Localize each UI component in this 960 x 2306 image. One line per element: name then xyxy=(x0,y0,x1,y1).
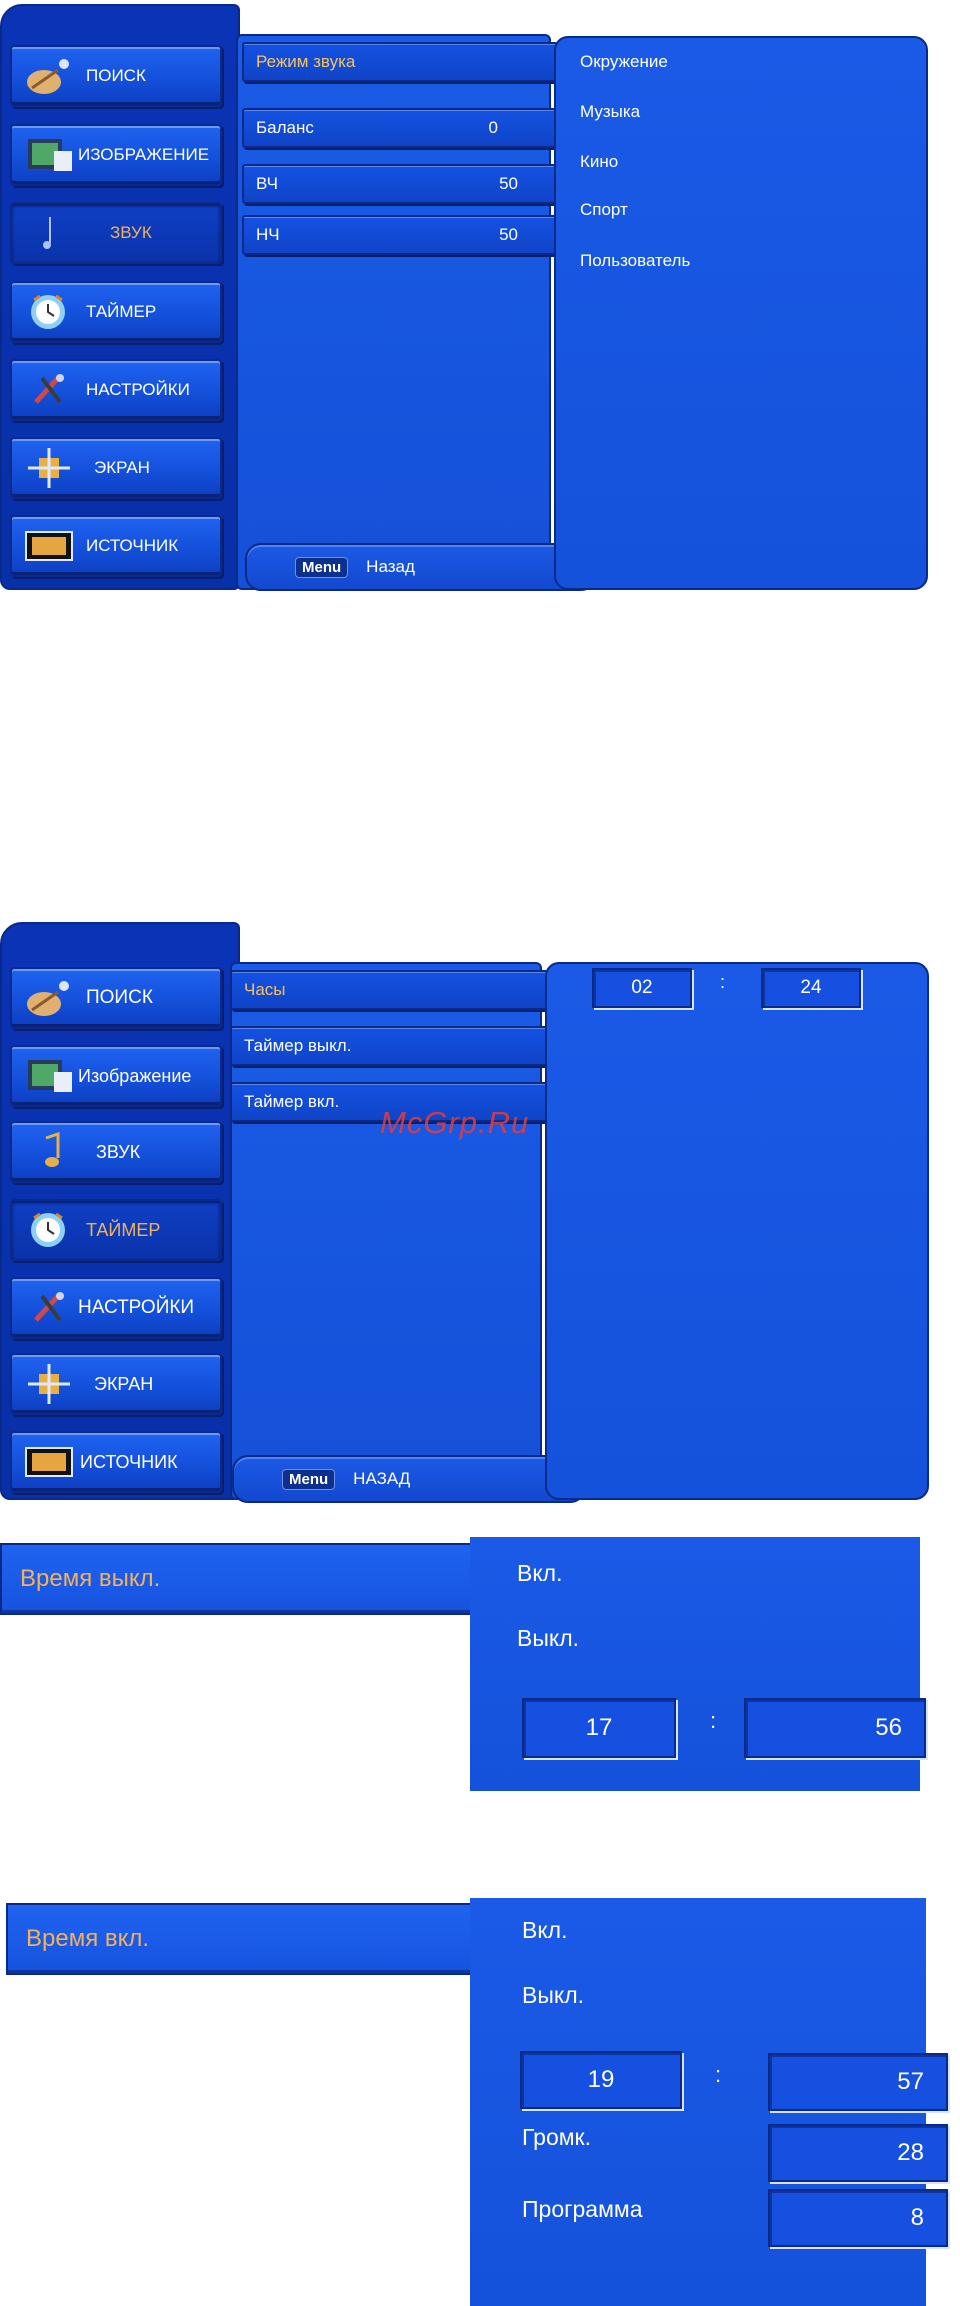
picture-icon xyxy=(28,1060,72,1092)
sound-item-label: НЧ xyxy=(256,225,280,244)
clock-minutes-field[interactable]: 24 xyxy=(761,968,861,1008)
on-timer-title-bar: Время вкл. xyxy=(6,1903,482,1975)
timer-tab-sound[interactable]: ЗВУК xyxy=(10,1121,222,1183)
sound-tab-timer[interactable]: ТАЙМЕР xyxy=(10,281,222,343)
timer-tab-source-label: ИСТОЧНИК xyxy=(80,1451,178,1472)
on-timer-colon: : xyxy=(715,2062,722,2087)
satellite-dish-icon xyxy=(27,59,69,94)
timer-tab-settings-label: НАСТРОЙКИ xyxy=(78,1297,195,1318)
off-timer-minutes-field[interactable]: 56 xyxy=(744,1698,926,1758)
on-timer-program-field[interactable]: 8 xyxy=(768,2189,948,2247)
sound-item-value: 50 xyxy=(499,174,518,193)
satellite-dish-icon xyxy=(27,981,69,1016)
music-note-icon xyxy=(45,1131,60,1167)
timer-tab-settings[interactable]: НАСТРОЙКИ xyxy=(10,1277,222,1339)
timer-tab-timer-label: ТАЙМЕР xyxy=(86,1219,161,1240)
on-timer-minutes-field[interactable]: 57 xyxy=(768,2053,948,2111)
timer-tab-sound-label: ЗВУК xyxy=(96,1141,141,1162)
sound-tab-source[interactable]: ИСТОЧНИК xyxy=(10,515,222,577)
timer-tab-timer[interactable]: ТАЙМЕР xyxy=(10,1199,222,1261)
timer-tab-source[interactable]: ИСТОЧНИК xyxy=(10,1431,222,1493)
on-timer-program-label: Программа xyxy=(522,2196,643,2222)
on-timer-volume-field[interactable]: 28 xyxy=(768,2124,948,2182)
sound-option-surround[interactable]: Окружение xyxy=(580,52,668,72)
sound-item-label: Баланс xyxy=(256,118,314,137)
off-timer-colon: : xyxy=(710,1708,717,1733)
timer-tab-picture-label: Изображение xyxy=(78,1065,192,1086)
timer-tab-picture[interactable]: Изображение xyxy=(10,1045,222,1107)
sound-tab-search[interactable]: ПОИСК xyxy=(10,45,222,107)
off-timer-title: Время выкл. xyxy=(20,1565,161,1592)
timer-tab-search-label: ПОИСК xyxy=(86,987,153,1008)
clock-hours-field[interactable]: 02 xyxy=(592,968,692,1008)
sound-tab-picture-label: ИЗОБРАЖЕНИЕ xyxy=(78,145,210,164)
sound-tab-settings[interactable]: НАСТРОЙКИ xyxy=(10,359,222,421)
screen-adjust-icon xyxy=(28,448,70,488)
screen-adjust-icon xyxy=(28,1364,70,1404)
sound-option-music[interactable]: Музыка xyxy=(580,102,640,122)
sound-item-treble[interactable]: ВЧ 50 xyxy=(242,164,558,204)
back-label: НАЗАД xyxy=(353,1469,411,1488)
sound-tab-timer-label: ТАЙМЕР xyxy=(86,302,157,321)
sound-item-label: Режим звука xyxy=(256,52,356,71)
picture-icon xyxy=(28,139,72,171)
timer-item-label: Часы xyxy=(244,980,286,999)
back-label: Назад xyxy=(366,557,415,576)
sound-tab-settings-label: НАСТРОЙКИ xyxy=(86,380,190,399)
sound-tab-sound-label: ЗВУК xyxy=(110,223,152,242)
on-timer-off-option[interactable]: Выкл. xyxy=(522,1982,584,2009)
timer-back-footer[interactable]: Menu НАЗАД xyxy=(232,1455,586,1503)
sound-tab-picture[interactable]: ИЗОБРАЖЕНИЕ xyxy=(10,124,222,186)
sound-tab-sound[interactable]: ЗВУК xyxy=(10,202,222,264)
on-timer-title: Время вкл. xyxy=(26,1925,150,1952)
menu-key-icon: Menu xyxy=(295,556,349,578)
timer-item-label: Таймер выкл. xyxy=(244,1036,352,1055)
sound-tab-screen-label: ЭКРАН xyxy=(94,458,150,477)
timer-tab-search[interactable]: ПОИСК xyxy=(10,967,222,1029)
off-timer-on-option[interactable]: Вкл. xyxy=(517,1560,562,1587)
timer-tab-screen-label: ЭКРАН xyxy=(94,1373,154,1394)
timer-item-off-timer[interactable]: Таймер выкл. xyxy=(230,1026,550,1066)
sound-item-sound-mode[interactable]: Режим звука xyxy=(242,42,558,82)
sound-item-bass[interactable]: НЧ 50 xyxy=(242,215,558,255)
timer-tab-screen[interactable]: ЭКРАН xyxy=(10,1353,222,1415)
input-source-icon xyxy=(25,1447,73,1477)
menu-key-icon: Menu xyxy=(282,1468,336,1490)
tools-icon xyxy=(34,374,64,404)
off-timer-off-option[interactable]: Выкл. xyxy=(517,1625,579,1652)
sound-tab-search-label: ПОИСК xyxy=(86,66,146,85)
input-source-icon xyxy=(25,531,73,561)
clock-colon: : xyxy=(720,972,726,992)
timer-item-clock[interactable]: Часы xyxy=(230,970,550,1010)
clock-icon xyxy=(31,1212,65,1247)
sound-option-sport[interactable]: Спорт xyxy=(580,200,628,220)
on-timer-hours-field[interactable]: 19 xyxy=(520,2051,682,2109)
watermark: McGrp.Ru xyxy=(380,1105,530,1140)
off-timer-title-bar: Время выкл. xyxy=(0,1543,486,1615)
timer-item-label: Таймер вкл. xyxy=(244,1092,340,1111)
sound-item-label: ВЧ xyxy=(256,174,278,193)
sound-option-movie[interactable]: Кино xyxy=(580,152,618,172)
on-timer-volume-label: Громк. xyxy=(522,2124,592,2150)
clock-panel xyxy=(545,962,929,1500)
on-timer-on-option[interactable]: Вкл. xyxy=(522,1917,567,1944)
sound-tab-source-label: ИСТОЧНИК xyxy=(86,536,179,555)
sound-tab-screen[interactable]: ЭКРАН xyxy=(10,437,222,499)
sound-item-value: 50 xyxy=(499,225,518,244)
music-note-icon xyxy=(43,217,51,249)
sound-option-user[interactable]: Пользователь xyxy=(580,251,690,271)
sound-item-value: 0 xyxy=(488,118,498,137)
tools-icon xyxy=(34,1292,64,1322)
sound-back-footer[interactable]: Menu Назад xyxy=(245,543,597,591)
sound-item-balance[interactable]: Баланс 0 xyxy=(242,108,558,148)
clock-icon xyxy=(31,294,65,329)
off-timer-hours-field[interactable]: 17 xyxy=(522,1698,676,1758)
